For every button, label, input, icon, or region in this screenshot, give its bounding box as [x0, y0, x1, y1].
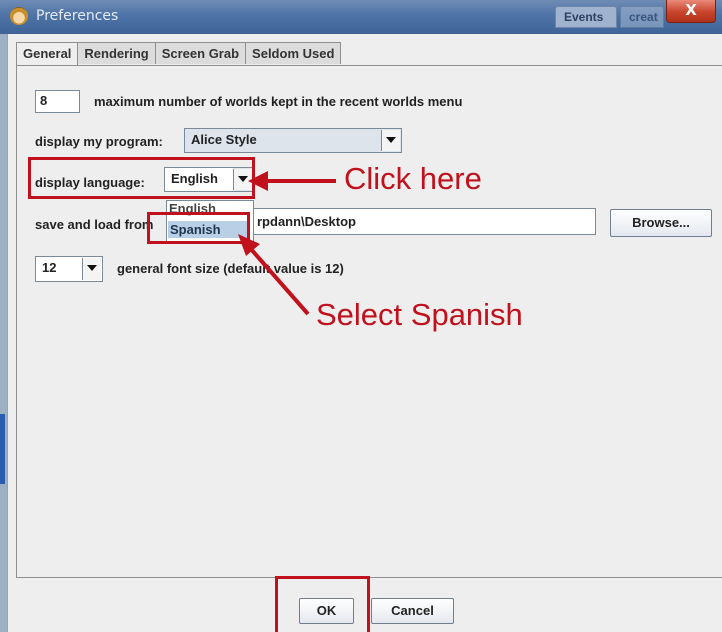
arrow-click-here-head: [248, 171, 268, 191]
arrow-select-spanish-line: [248, 246, 310, 316]
annotation-click-here: Click here: [344, 161, 482, 196]
annotation-select-spanish: Select Spanish: [316, 297, 523, 332]
